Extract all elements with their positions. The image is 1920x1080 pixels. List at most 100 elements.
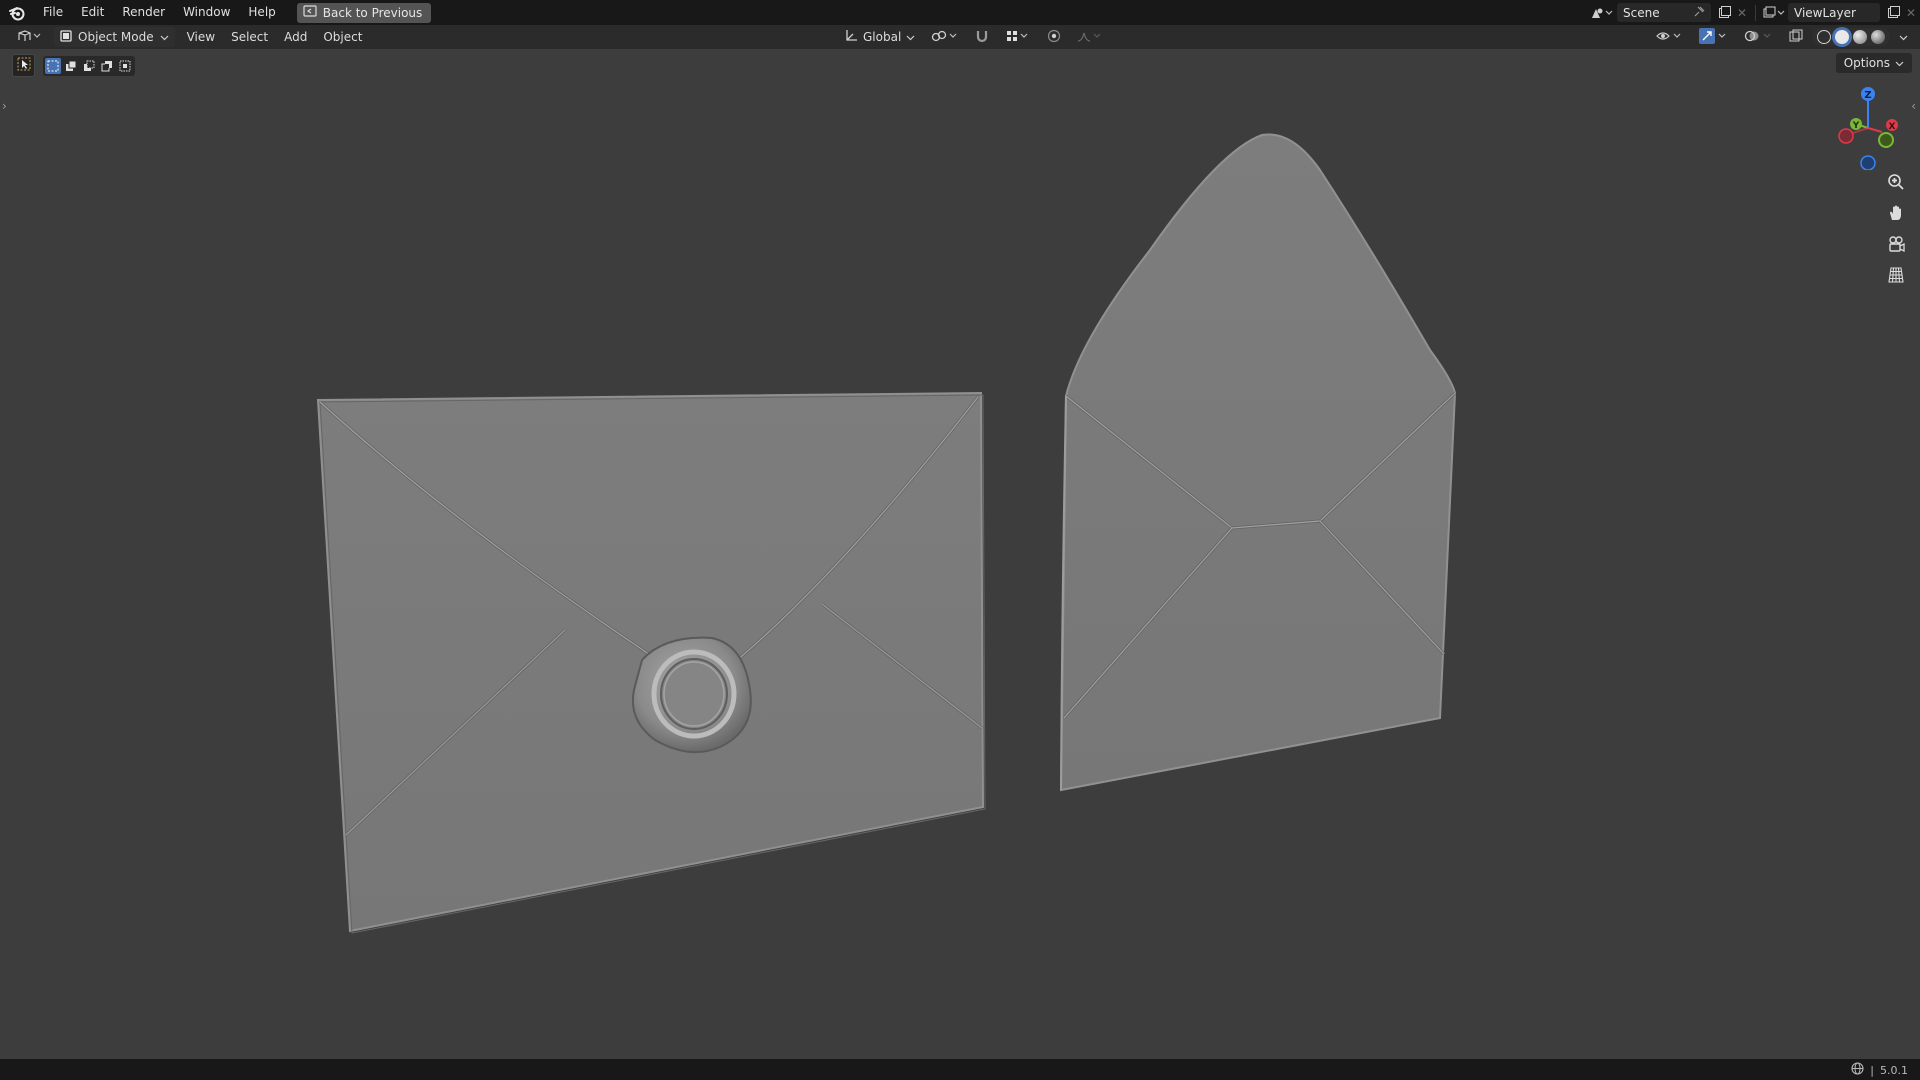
- shading-options-dropdown[interactable]: [1893, 27, 1914, 47]
- menu-view[interactable]: View: [181, 27, 221, 47]
- select-tool-button[interactable]: [12, 54, 35, 77]
- object-mode-icon: [60, 29, 72, 45]
- zoom-icon[interactable]: [1883, 170, 1909, 194]
- object-visibility-dropdown[interactable]: [1650, 27, 1690, 47]
- envelope-open-flap[interactable]: [1059, 133, 1457, 792]
- xray-icon: [1789, 29, 1803, 46]
- menu-edit[interactable]: Edit: [72, 0, 113, 25]
- view-layer-name-field[interactable]: ViewLayer: [1788, 3, 1880, 22]
- gizmo-x-label: X: [1889, 122, 1896, 132]
- new-scene-icon[interactable]: [1715, 4, 1733, 22]
- scene-name-label: Scene: [1623, 5, 1660, 20]
- chevron-down-icon: [1895, 56, 1904, 70]
- solid-shading-icon[interactable]: [1835, 30, 1849, 44]
- select-extend-icon[interactable]: [63, 58, 79, 74]
- shading-mode-group: [1812, 28, 1890, 46]
- 3d-viewport[interactable]: › ‹ Z Y X: [0, 49, 1920, 1059]
- eye-select-icon: [1656, 29, 1684, 46]
- separator-bar: |: [1870, 1063, 1874, 1077]
- pivot-link-icon: [931, 29, 959, 46]
- proportional-editing-toggle[interactable]: [1041, 27, 1067, 47]
- viewport-canvas: [316, 133, 1457, 934]
- viewport-header: Object Mode View Select Add Object Globa…: [0, 25, 1920, 49]
- transform-tools: Global: [838, 27, 1109, 47]
- screen-back-icon: [303, 5, 317, 20]
- view-layer-selector-icon[interactable]: [1760, 4, 1788, 22]
- view-layer-name-label: ViewLayer: [1794, 5, 1856, 20]
- transform-orientation-label: Global: [863, 30, 902, 44]
- gizmo-neg-x-axis[interactable]: [1838, 128, 1854, 144]
- options-label: Options: [1843, 56, 1890, 70]
- viewport-display-tools: [1650, 27, 1914, 47]
- menu-add[interactable]: Add: [278, 27, 313, 47]
- select-new-icon[interactable]: [45, 57, 61, 74]
- blender-logo-icon[interactable]: [6, 2, 28, 24]
- version-info: | 5.0.1: [1851, 1062, 1908, 1078]
- menu-window[interactable]: Window: [174, 0, 239, 25]
- gizmo-neg-y-axis[interactable]: [1878, 132, 1894, 148]
- snap-target-dropdown[interactable]: [999, 27, 1037, 47]
- xray-toggle[interactable]: [1783, 27, 1809, 47]
- navigation-buttons: [1883, 170, 1909, 287]
- menu-object[interactable]: Object: [317, 27, 368, 47]
- camera-view-icon[interactable]: [1883, 232, 1909, 256]
- version-label: 5.0.1: [1880, 1063, 1908, 1077]
- select-intersect-icon[interactable]: [117, 58, 133, 74]
- chevron-down-icon: [160, 30, 169, 44]
- select-subtract-icon[interactable]: [81, 58, 97, 74]
- 3d-viewport-icon: [16, 29, 42, 46]
- object-mode-dropdown[interactable]: Object Mode: [54, 27, 175, 47]
- object-mode-label: Object Mode: [78, 30, 154, 44]
- overlays-toggle[interactable]: [1738, 27, 1780, 47]
- back-to-previous-button[interactable]: Back to Previous: [296, 2, 432, 23]
- chevron-down-icon: [1899, 30, 1908, 44]
- select-invert-icon[interactable]: [99, 58, 115, 74]
- menu-select[interactable]: Select: [225, 27, 274, 47]
- scene-selector-icon[interactable]: [1587, 4, 1617, 22]
- pin-icon[interactable]: [1694, 6, 1705, 20]
- gizmo-y-label: Y: [1852, 121, 1860, 131]
- wax-seal[interactable]: [632, 636, 752, 754]
- delete-scene-icon[interactable]: ✕: [1733, 4, 1751, 22]
- new-view-layer-icon[interactable]: [1884, 4, 1902, 22]
- falloff-dropdown[interactable]: [1071, 27, 1109, 47]
- menu-help[interactable]: Help: [239, 0, 284, 25]
- overlay-circles-icon: [1744, 29, 1774, 46]
- toolbar-toggle-arrow-icon[interactable]: ›: [2, 99, 7, 113]
- envelope-closed-with-wax-seal[interactable]: [316, 391, 986, 934]
- options-dropdown[interactable]: Options: [1835, 53, 1912, 73]
- top-menu-bar: File Edit Render Window Help Back to Pre…: [0, 0, 1920, 25]
- editor-type-selector[interactable]: [10, 27, 48, 47]
- snap-toggle[interactable]: [969, 27, 995, 47]
- material-preview-icon[interactable]: [1853, 30, 1867, 44]
- gizmo-toggle[interactable]: [1693, 27, 1735, 47]
- chevron-down-icon: [906, 30, 915, 44]
- top-right-controls: Scene ✕ ViewLayer ✕: [1587, 0, 1920, 25]
- menu-file[interactable]: File: [34, 0, 72, 25]
- navigation-gizmo[interactable]: Z Y X: [1822, 84, 1908, 170]
- magnet-icon: [975, 29, 989, 46]
- proportional-circle-icon: [1047, 29, 1061, 46]
- pan-hand-icon[interactable]: [1883, 201, 1909, 225]
- selection-mode-group: [43, 55, 135, 76]
- status-bar: | 5.0.1: [0, 1059, 1920, 1080]
- gizmo-arrows-icon: [1699, 27, 1729, 47]
- pivot-point-dropdown[interactable]: [925, 27, 965, 47]
- back-to-previous-label: Back to Previous: [322, 5, 423, 20]
- snap-grid-icon: [1005, 29, 1031, 46]
- falloff-curve-icon: [1077, 29, 1103, 46]
- sidebar-toggle-arrow-icon[interactable]: ‹: [1911, 99, 1916, 113]
- orientation-axes-icon: [844, 29, 858, 46]
- menu-render[interactable]: Render: [113, 0, 174, 25]
- wireframe-shading-icon[interactable]: [1817, 30, 1831, 44]
- transform-orientation-dropdown[interactable]: Global: [838, 27, 921, 47]
- scene-name-field[interactable]: Scene: [1617, 3, 1711, 22]
- delete-view-layer-icon[interactable]: ✕: [1902, 4, 1920, 22]
- gizmo-z-label: Z: [1864, 90, 1871, 101]
- rendered-shading-icon[interactable]: [1871, 30, 1885, 44]
- tool-settings-row: [12, 54, 135, 77]
- globe-icon: [1851, 1062, 1864, 1078]
- gizmo-neg-z-axis[interactable]: [1860, 155, 1876, 170]
- perspective-grid-icon[interactable]: [1883, 263, 1909, 287]
- cursor-arrow-icon: [17, 57, 31, 74]
